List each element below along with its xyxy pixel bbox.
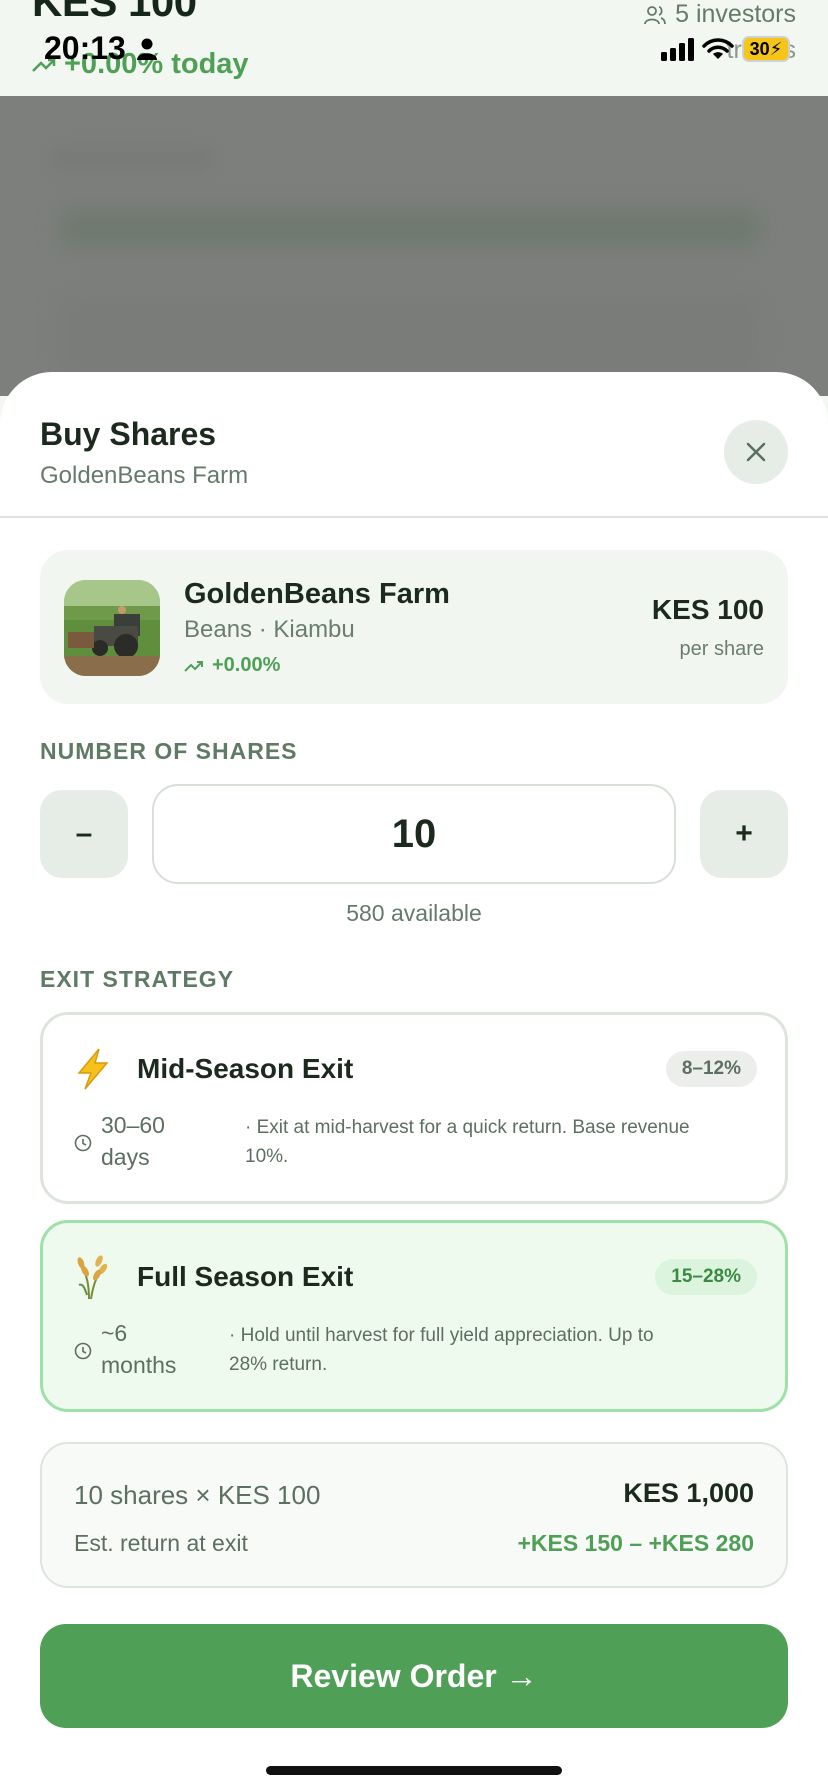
exit-description: · Exit at mid-harvest for a quick return… (245, 1113, 765, 1171)
exit-duration: ~6 months (101, 1317, 176, 1381)
quantity-input[interactable]: 10 (152, 784, 676, 884)
background-trades: trades (726, 36, 796, 64)
return-badge: 15–28% (655, 1259, 757, 1295)
exit-title: Full Season Exit (137, 1261, 354, 1292)
clock-icon (74, 1134, 92, 1152)
return-badge: 8–12% (665, 1051, 757, 1087)
background-change-text: +0.00% today (64, 48, 249, 80)
farm-meta: Beans · Kiambu (184, 616, 355, 643)
exit-option-mid-season[interactable]: Mid-Season Exit 8–12% 30–60 days · Exit … (40, 1012, 788, 1204)
exit-description-line: · Exit at mid-harvest for a quick return… (245, 1117, 690, 1138)
increment-button[interactable]: + (700, 790, 788, 878)
farm-name: GoldenBeans Farm (184, 578, 450, 610)
farm-price-unit: per share (679, 638, 765, 660)
exit-duration-unit: months (101, 1352, 177, 1378)
background-investors-text: 5 investors (675, 0, 796, 28)
lightning-icon (77, 1048, 109, 1090)
review-order-button[interactable]: Review Order → (40, 1624, 788, 1728)
home-indicator (266, 1766, 562, 1775)
background-price: KES 100 (32, 0, 197, 25)
summary-calculation: 10 shares × KES 100 (74, 1480, 321, 1510)
exit-description: · Hold until harvest for full yield appr… (229, 1321, 765, 1379)
exit-section-label: EXIT STRATEGY (40, 966, 235, 992)
shares-section-label: NUMBER OF SHARES (40, 738, 298, 764)
estimated-return-label: Est. return at exit (74, 1530, 248, 1556)
background-investors: 5 investors (643, 0, 796, 29)
exit-option-full-season[interactable]: Full Season Exit 15–28% ~6 months · Hold… (40, 1220, 788, 1412)
background-header: KES 100 +0.00% today 5 investors trades (0, 0, 828, 96)
background-change: +0.00% today (32, 48, 249, 81)
sheet-title: Buy Shares (40, 416, 217, 452)
sheet-subtitle: GoldenBeans Farm (40, 462, 249, 489)
exit-description-line: 28% return. (229, 1354, 328, 1375)
close-button[interactable] (724, 420, 788, 484)
farm-change-text: +0.00% (212, 654, 281, 676)
close-icon (746, 442, 766, 462)
trend-up-icon (184, 660, 203, 672)
decrement-button[interactable]: – (40, 790, 128, 878)
exit-duration-unit: days (101, 1144, 150, 1170)
farm-price: KES 100 (651, 594, 764, 625)
order-summary: 10 shares × KES 100 KES 1,000 Est. retur… (40, 1442, 788, 1588)
farm-change: +0.00% (184, 654, 280, 677)
trend-up-icon (32, 58, 56, 72)
available-shares: 580 available (346, 900, 482, 926)
dim-overlay[interactable] (0, 96, 828, 396)
exit-description-line: 10%. (245, 1146, 289, 1167)
exit-title: Mid-Season Exit (137, 1053, 354, 1084)
farm-thumbnail (64, 580, 160, 676)
clock-icon (74, 1342, 92, 1360)
exit-duration-value: 30–60 (101, 1112, 165, 1138)
summary-total: KES 1,000 (623, 1478, 754, 1508)
exit-duration: 30–60 days (101, 1109, 165, 1173)
farm-card: GoldenBeans Farm Beans · Kiambu +0.00% K… (40, 550, 788, 704)
wheat-icon (77, 1255, 108, 1299)
header-divider (0, 516, 828, 518)
buy-shares-sheet: Buy Shares GoldenBeans Farm GoldenBeans … (0, 372, 828, 1792)
exit-description-line: · Hold until harvest for full yield appr… (229, 1325, 654, 1346)
estimated-return-value: +KES 150 – +KES 280 (517, 1530, 754, 1556)
users-icon (644, 5, 667, 24)
exit-duration-value: ~6 (101, 1320, 128, 1346)
